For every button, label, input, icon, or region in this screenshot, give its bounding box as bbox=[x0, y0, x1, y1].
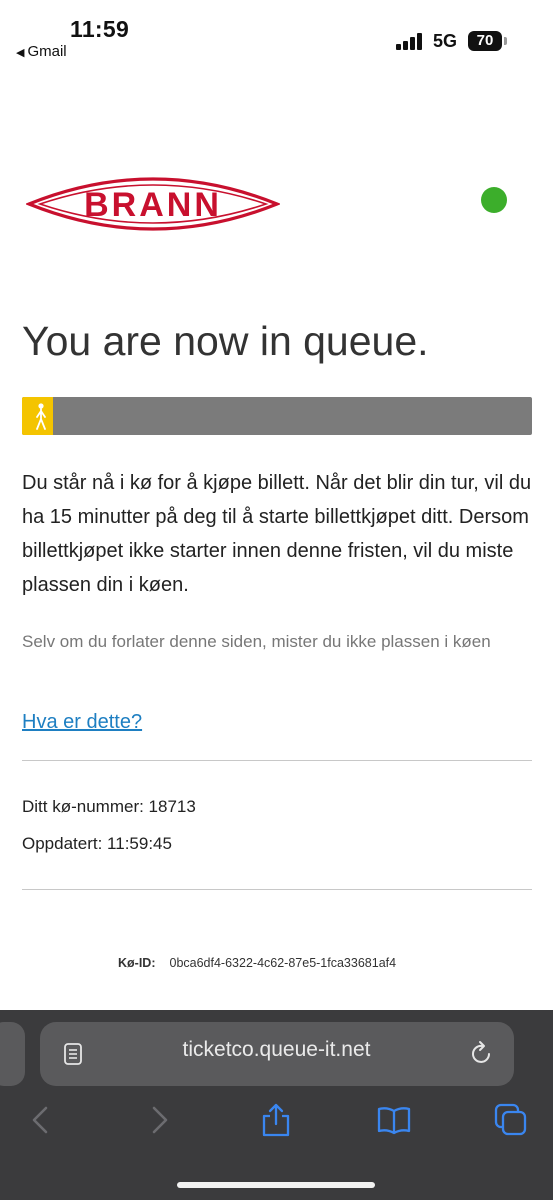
logo-text: BRANN bbox=[84, 186, 222, 224]
home-indicator bbox=[177, 1182, 375, 1188]
battery-icon: 70 bbox=[468, 31, 502, 51]
bookmarks-icon[interactable] bbox=[376, 1102, 412, 1138]
queue-id-row: Kø-ID: 0bca6df4-6322-4c62-87e5-1fca33681a… bbox=[118, 956, 396, 970]
back-to-app-button[interactable]: ◀ Gmail bbox=[16, 43, 67, 60]
status-bar: 11:59 ◀ Gmail 5G 70 bbox=[0, 0, 553, 70]
walking-person-icon bbox=[36, 403, 46, 430]
back-triangle-icon: ◀ bbox=[16, 47, 25, 59]
divider-top bbox=[22, 760, 532, 761]
queue-note: Selv om du forlater denne siden, mister … bbox=[22, 632, 491, 651]
cellular-signal-icon bbox=[396, 32, 426, 50]
status-time: 11:59 bbox=[70, 16, 130, 42]
queue-id-value: 0bca6df4-6322-4c62-87e5-1fca33681af4 bbox=[169, 956, 397, 970]
page-title: You are now in queue. bbox=[22, 318, 429, 364]
back-icon[interactable] bbox=[22, 1102, 58, 1138]
battery-tip bbox=[504, 37, 507, 45]
queue-progress-bar bbox=[22, 397, 532, 435]
divider-bottom bbox=[22, 889, 532, 890]
status-indicator-dot bbox=[481, 187, 507, 213]
help-link[interactable]: Hva er dette? bbox=[22, 711, 142, 734]
queue-message: Du står nå i kø for å kjøpe billett. Når… bbox=[22, 472, 532, 596]
forward-icon[interactable] bbox=[142, 1102, 178, 1138]
tabs-icon[interactable] bbox=[493, 1102, 529, 1138]
share-icon[interactable] bbox=[258, 1102, 294, 1138]
back-app-label: Gmail bbox=[27, 43, 67, 60]
queue-id-label: Kø-ID: bbox=[118, 956, 156, 970]
reload-icon[interactable] bbox=[470, 1040, 494, 1066]
queue-number: Ditt kø-nummer: 18713 bbox=[22, 797, 196, 816]
last-updated: Oppdatert: 11:59:45 bbox=[22, 834, 172, 853]
network-type: 5G bbox=[433, 31, 458, 51]
brann-logo: BRANN bbox=[26, 177, 280, 231]
